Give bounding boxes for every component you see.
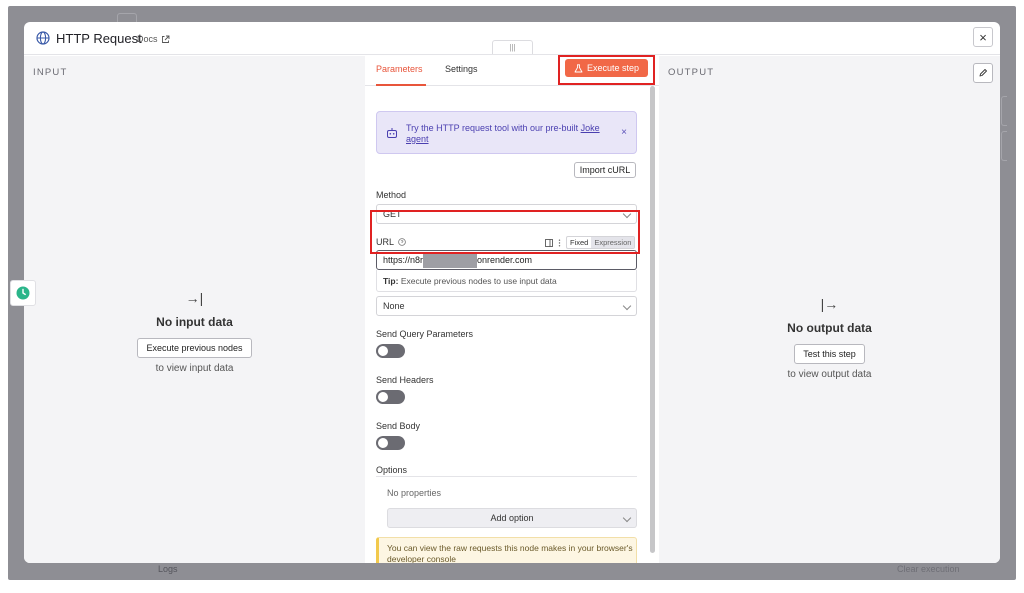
mode-expression[interactable]: Expression	[591, 237, 635, 248]
executions-clock-button[interactable]	[10, 280, 36, 306]
input-empty-subtitle: to view input data	[155, 363, 234, 374]
joke-agent-banner: Try the HTTP request tool with our pre-b…	[376, 111, 637, 154]
url-input[interactable]: https://n8r onrender.com	[376, 250, 637, 270]
method-label: Method	[376, 190, 407, 200]
url-label: URL	[376, 237, 395, 247]
scrollbar[interactable]	[650, 86, 655, 553]
node-title[interactable]: HTTP Request	[56, 31, 142, 46]
edit-output-button[interactable]	[973, 63, 993, 83]
parameters-panel: Parameters Settings Execute step Try the…	[365, 56, 659, 563]
panel-toggle-icon[interactable]	[545, 238, 553, 247]
send-headers-label: Send Headers	[376, 375, 434, 385]
robot-icon	[387, 128, 397, 138]
background-field	[1001, 96, 1007, 126]
chevron-down-icon	[622, 513, 632, 523]
test-this-step-button[interactable]: Test this step	[794, 344, 865, 364]
globe-icon	[36, 31, 50, 45]
output-empty-subtitle: to view output data	[787, 369, 872, 380]
docs-label: Docs	[137, 34, 158, 44]
output-panel: OUTPUT |→ No output data Test this step …	[659, 56, 1000, 563]
output-empty-title: No output data	[787, 321, 872, 335]
url-value-end: onrender.com	[477, 255, 533, 265]
panel-drag-handle[interactable]: |||	[492, 40, 533, 54]
url-value-start: https://n8r	[383, 255, 424, 265]
input-empty-state: →| No input data Execute previous nodes …	[24, 290, 365, 374]
send-query-label: Send Query Parameters	[376, 329, 474, 339]
docs-link[interactable]: Docs	[137, 34, 170, 44]
chevron-down-icon	[622, 301, 632, 311]
add-option-button[interactable]: Add option	[387, 508, 637, 528]
execute-previous-nodes-button[interactable]: Execute previous nodes	[137, 338, 252, 358]
close-icon: ×	[979, 29, 987, 45]
help-circle-icon	[398, 238, 406, 246]
tab-settings[interactable]: Settings	[445, 64, 478, 74]
authentication-select[interactable]: None	[376, 296, 637, 316]
node-details-modal: HTTP Request Docs × INPUT →| No input da…	[24, 22, 1000, 563]
import-curl-button[interactable]: Import cURL	[574, 162, 636, 178]
logs-label: Logs	[158, 564, 178, 574]
clear-execution-label: Clear execution	[897, 564, 960, 574]
redacted-region	[423, 253, 477, 268]
banner-close-icon[interactable]: ×	[621, 127, 627, 138]
input-empty-title: No input data	[156, 315, 233, 329]
send-body-label: Send Body	[376, 421, 421, 431]
divider	[376, 476, 637, 477]
external-link-icon	[161, 35, 169, 43]
url-tip: Tip: Execute previous nodes to use input…	[376, 270, 637, 292]
options-label: Options	[376, 465, 408, 475]
background-field	[1001, 131, 1007, 161]
no-properties-text: No properties	[387, 488, 442, 498]
url-label-row: URL	[376, 237, 406, 247]
banner-message: Try the HTTP request tool with our pre-b…	[406, 123, 579, 133]
arrow-to-line-icon: →|	[185, 290, 204, 306]
more-options-icon[interactable]	[558, 239, 561, 247]
authentication-value: None	[383, 301, 405, 311]
input-panel: INPUT →| No input data Execute previous …	[24, 56, 365, 563]
tip-label: Tip:	[383, 276, 399, 286]
fixed-expression-toggle[interactable]: Fixed Expression	[566, 236, 636, 249]
send-body-toggle[interactable]	[376, 436, 405, 450]
execute-step-button[interactable]: Execute step	[565, 59, 648, 77]
clock-icon	[16, 286, 30, 300]
output-empty-state: |→ No output data Test this step to view…	[659, 296, 1000, 380]
tab-bar: Parameters Settings Execute step	[365, 56, 659, 86]
developer-console-notice: You can view the raw requests this node …	[376, 537, 637, 563]
method-value: GET	[383, 209, 402, 219]
method-select[interactable]: GET	[376, 204, 637, 224]
active-tab-indicator	[376, 84, 426, 86]
execute-step-label: Execute step	[586, 63, 640, 73]
chevron-down-icon	[622, 209, 632, 219]
send-query-toggle[interactable]	[376, 344, 405, 358]
tip-text: Execute previous nodes to use input data	[400, 276, 557, 286]
url-mode-tools: Fixed Expression	[545, 236, 636, 249]
tab-parameters[interactable]: Parameters	[376, 64, 423, 74]
input-panel-label: INPUT	[33, 67, 68, 78]
pencil-icon	[979, 69, 987, 77]
banner-text: Try the HTTP request tool with our pre-b…	[406, 123, 611, 145]
close-button[interactable]: ×	[973, 27, 993, 47]
send-headers-toggle[interactable]	[376, 390, 405, 404]
mode-fixed[interactable]: Fixed	[567, 237, 591, 248]
flask-icon	[574, 63, 583, 72]
output-panel-label: OUTPUT	[668, 67, 715, 78]
arrow-from-line-icon: |→	[820, 296, 839, 312]
add-option-label: Add option	[490, 513, 534, 523]
